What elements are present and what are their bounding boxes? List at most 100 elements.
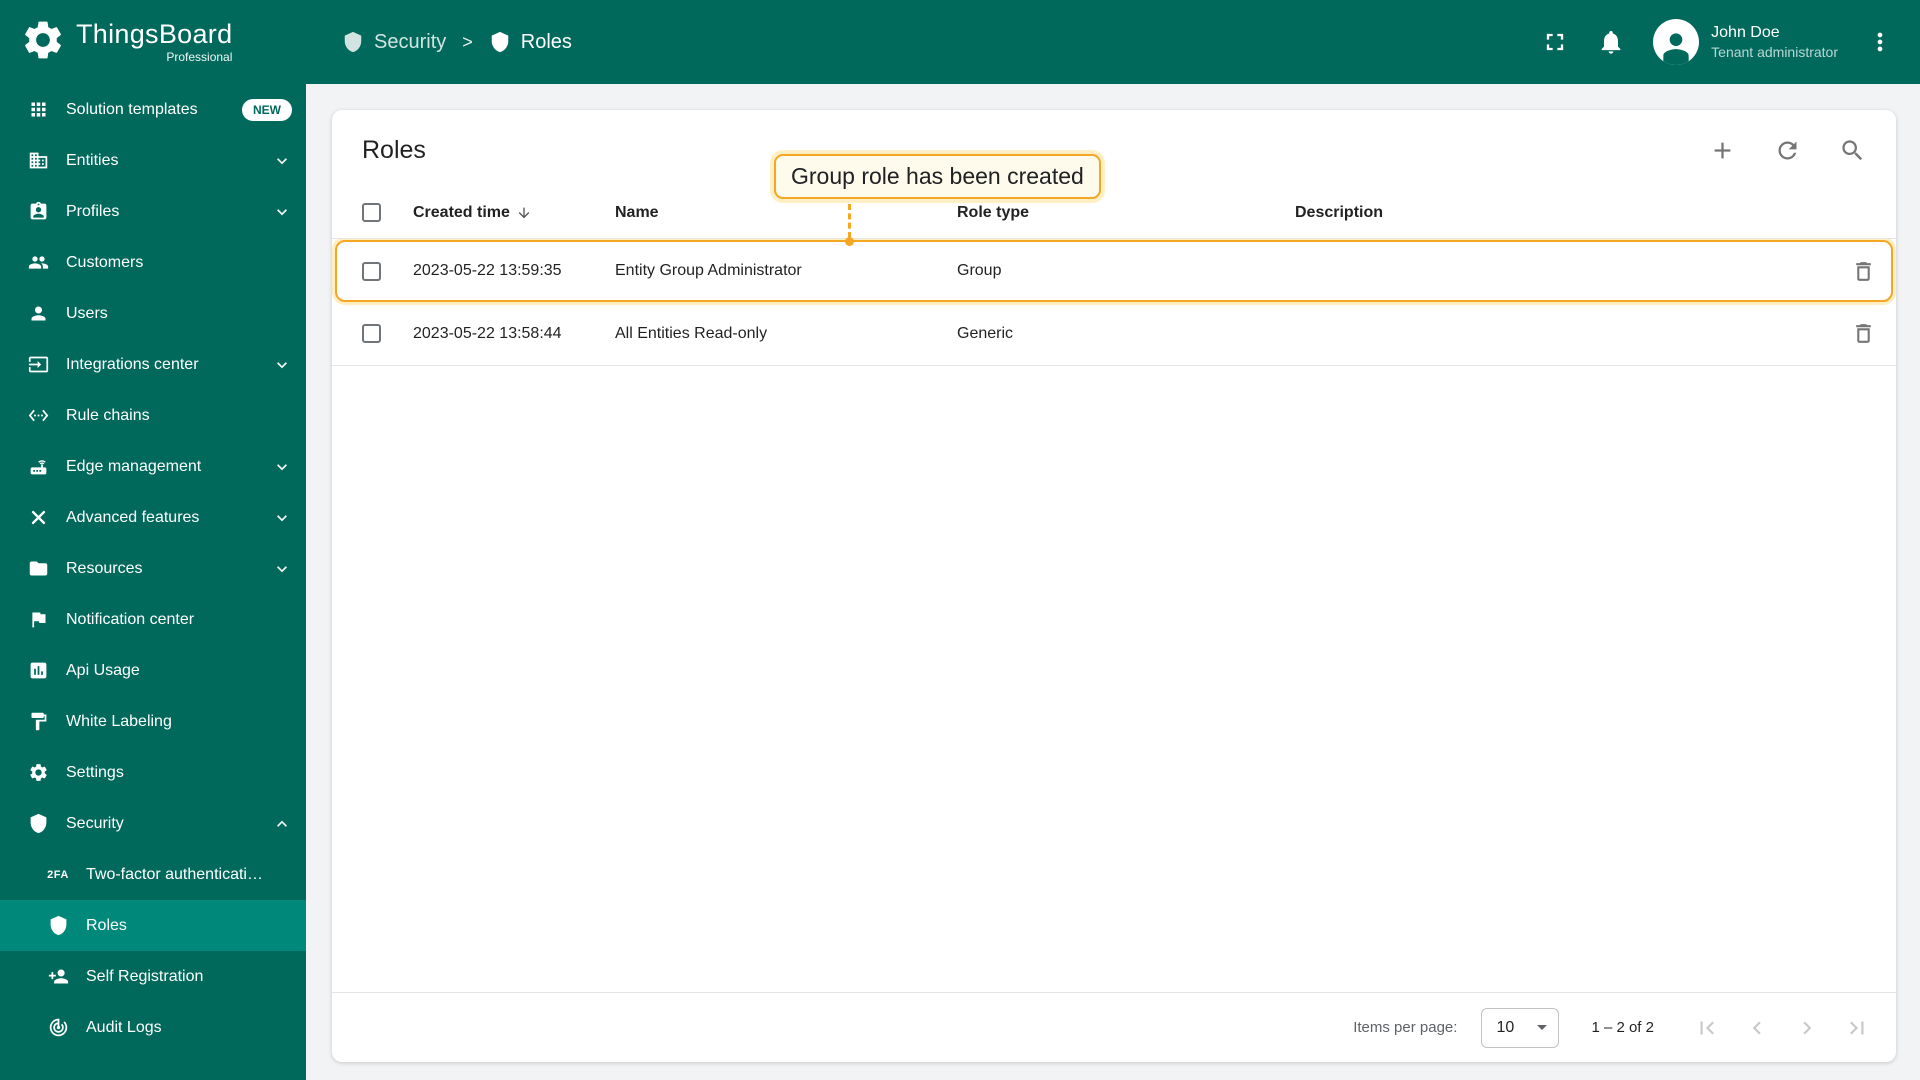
sidebar-item-white-labeling[interactable]: White Labeling — [0, 696, 306, 747]
cell-created-time: 2023-05-22 13:59:35 — [413, 262, 562, 279]
sidebar-item-resources[interactable]: Resources — [0, 543, 306, 594]
user-role: Tenant administrator — [1711, 44, 1838, 61]
more-menu-button[interactable] — [1866, 28, 1894, 56]
search-icon — [1842, 140, 1863, 161]
input-icon — [26, 353, 50, 377]
sidebar-item-label: Settings — [66, 763, 124, 781]
sidebar-item-label: Customers — [66, 253, 144, 271]
plus-icon — [1714, 142, 1731, 159]
router-icon — [26, 455, 50, 479]
sidebar-item-entities[interactable]: Entities — [0, 135, 306, 186]
card-header: Roles — [332, 110, 1896, 187]
flag-icon — [26, 608, 50, 632]
user-name: John Doe — [1711, 23, 1780, 41]
folder-icon — [26, 557, 50, 581]
breadcrumb-roles[interactable]: Roles — [489, 31, 572, 54]
sidebar-item-label: Security — [66, 814, 124, 832]
chevron-up-icon — [272, 814, 292, 834]
sidebar-item-security[interactable]: Security — [0, 798, 306, 849]
last-page-button[interactable] — [1844, 1015, 1870, 1041]
row-checkbox[interactable] — [362, 324, 381, 343]
refresh-icon — [1778, 141, 1797, 160]
chevron-down-icon — [1537, 1025, 1548, 1030]
user-menu[interactable]: John Doe Tenant administrator — [1653, 19, 1838, 65]
items-per-page-select[interactable]: 10 — [1481, 1007, 1560, 1048]
refresh-button[interactable] — [1774, 137, 1801, 164]
column-description[interactable]: Description — [1295, 204, 1830, 222]
sidebar-item-label: White Labeling — [66, 712, 172, 730]
column-created-time[interactable]: Created time — [413, 204, 615, 222]
search-button[interactable] — [1839, 137, 1866, 164]
sidebar-item-rule-chains[interactable]: Rule chains — [0, 390, 306, 441]
sidebar-item-integrations-center[interactable]: Integrations center — [0, 339, 306, 390]
breadcrumb: Security > Roles — [342, 31, 572, 54]
prev-page-button[interactable] — [1744, 1015, 1770, 1041]
paginator: Items per page: 10 1 – 2 of 2 — [332, 992, 1896, 1062]
column-name[interactable]: Name — [615, 204, 957, 222]
sidebar-item-label: Rule chains — [66, 406, 150, 424]
thingsboard-logo[interactable]: ThingsBoard Professional — [0, 0, 306, 84]
cell-created-time: 2023-05-22 13:58:44 — [413, 324, 562, 342]
sidebar-item-audit-logs[interactable]: Audit Logs — [0, 1002, 306, 1053]
delete-role-button[interactable] — [1851, 259, 1876, 284]
first-page-button[interactable] — [1694, 1015, 1720, 1041]
app-root: ThingsBoard Professional Solution templa… — [0, 0, 1920, 1080]
chevron-down-icon — [272, 457, 292, 477]
sidebar-item-label: Integrations center — [66, 355, 199, 373]
sidebar-item-advanced-features[interactable]: Advanced features — [0, 492, 306, 543]
page-range: 1 – 2 of 2 — [1591, 1019, 1654, 1036]
row-checkbox[interactable] — [362, 261, 381, 281]
items-per-page-label: Items per page: — [1353, 1019, 1458, 1036]
sidebar-item-label: Entities — [66, 151, 119, 169]
table-header: Created time Name Role type Description — [332, 187, 1896, 239]
new-badge: NEW — [242, 98, 292, 121]
column-role-type[interactable]: Role type — [957, 204, 1295, 222]
next-page-button[interactable] — [1794, 1015, 1820, 1041]
domain-icon — [26, 149, 50, 173]
sidebar-item-api-usage[interactable]: Api Usage — [0, 645, 306, 696]
chevron-down-icon — [272, 355, 292, 375]
sidebar-item-users[interactable]: Users — [0, 288, 306, 339]
callout-connector-dot — [845, 237, 854, 246]
breadcrumb-separator: > — [462, 31, 473, 52]
fullscreen-button[interactable] — [1541, 28, 1569, 56]
sidebar-item-profiles[interactable]: Profiles — [0, 186, 306, 237]
sidebar-item-notification-center[interactable]: Notification center — [0, 594, 306, 645]
bell-icon — [1601, 30, 1621, 54]
select-all-checkbox[interactable] — [362, 203, 381, 222]
sidebar-item-settings[interactable]: Settings — [0, 747, 306, 798]
cell-name: Entity Group Administrator — [615, 262, 802, 279]
notifications-button[interactable] — [1597, 28, 1625, 56]
sidebar-item-two-factor-authenticati[interactable]: 2FA Two-factor authenticati… — [0, 849, 306, 900]
last-page-icon — [1850, 1021, 1864, 1034]
sidebar-item-customers[interactable]: Customers — [0, 237, 306, 288]
roles-card: Roles Group role has been created Create… — [332, 110, 1896, 1062]
tooltip-callout: Group role has been created — [774, 154, 1101, 199]
more-vert-icon — [1877, 32, 1883, 52]
cell-role-type: Generic — [957, 324, 1014, 342]
delete-role-button[interactable] — [1851, 321, 1876, 346]
tfa-icon: 2FA — [47, 868, 69, 881]
person-add-icon — [46, 965, 70, 989]
sidebar-item-roles[interactable]: Roles — [0, 900, 306, 951]
tooltip-text: Group role has been created — [791, 163, 1084, 189]
chart-icon — [26, 659, 50, 683]
sidebar-item-edge-management[interactable]: Edge management — [0, 441, 306, 492]
paint-icon — [26, 710, 50, 734]
avatar — [1653, 19, 1700, 65]
person-icon — [26, 302, 50, 326]
table-row[interactable]: 2023-05-22 13:59:35 Entity Group Administ… — [335, 240, 1893, 302]
breadcrumb-security[interactable]: Security — [342, 31, 446, 54]
breadcrumb-security-label: Security — [374, 30, 447, 53]
sidebar-item-self-registration[interactable]: Self Registration — [0, 951, 306, 1002]
logo-text: ThingsBoard Professional — [76, 19, 232, 64]
thingsboard-logo-icon — [20, 17, 66, 68]
sidebar-item-label: Self Registration — [86, 967, 204, 985]
sidebar-item-label: Roles — [86, 916, 127, 934]
table-row[interactable]: 2023-05-22 13:58:44 All Entities Read-onl… — [332, 302, 1896, 366]
sidebar-item-label: Audit Logs — [86, 1018, 162, 1036]
add-role-button[interactable] — [1709, 137, 1736, 164]
profiles-icon — [26, 200, 50, 224]
chevron-down-icon — [272, 151, 292, 171]
sidebar-item-solution-templates[interactable]: Solution templates NEW — [0, 84, 306, 135]
